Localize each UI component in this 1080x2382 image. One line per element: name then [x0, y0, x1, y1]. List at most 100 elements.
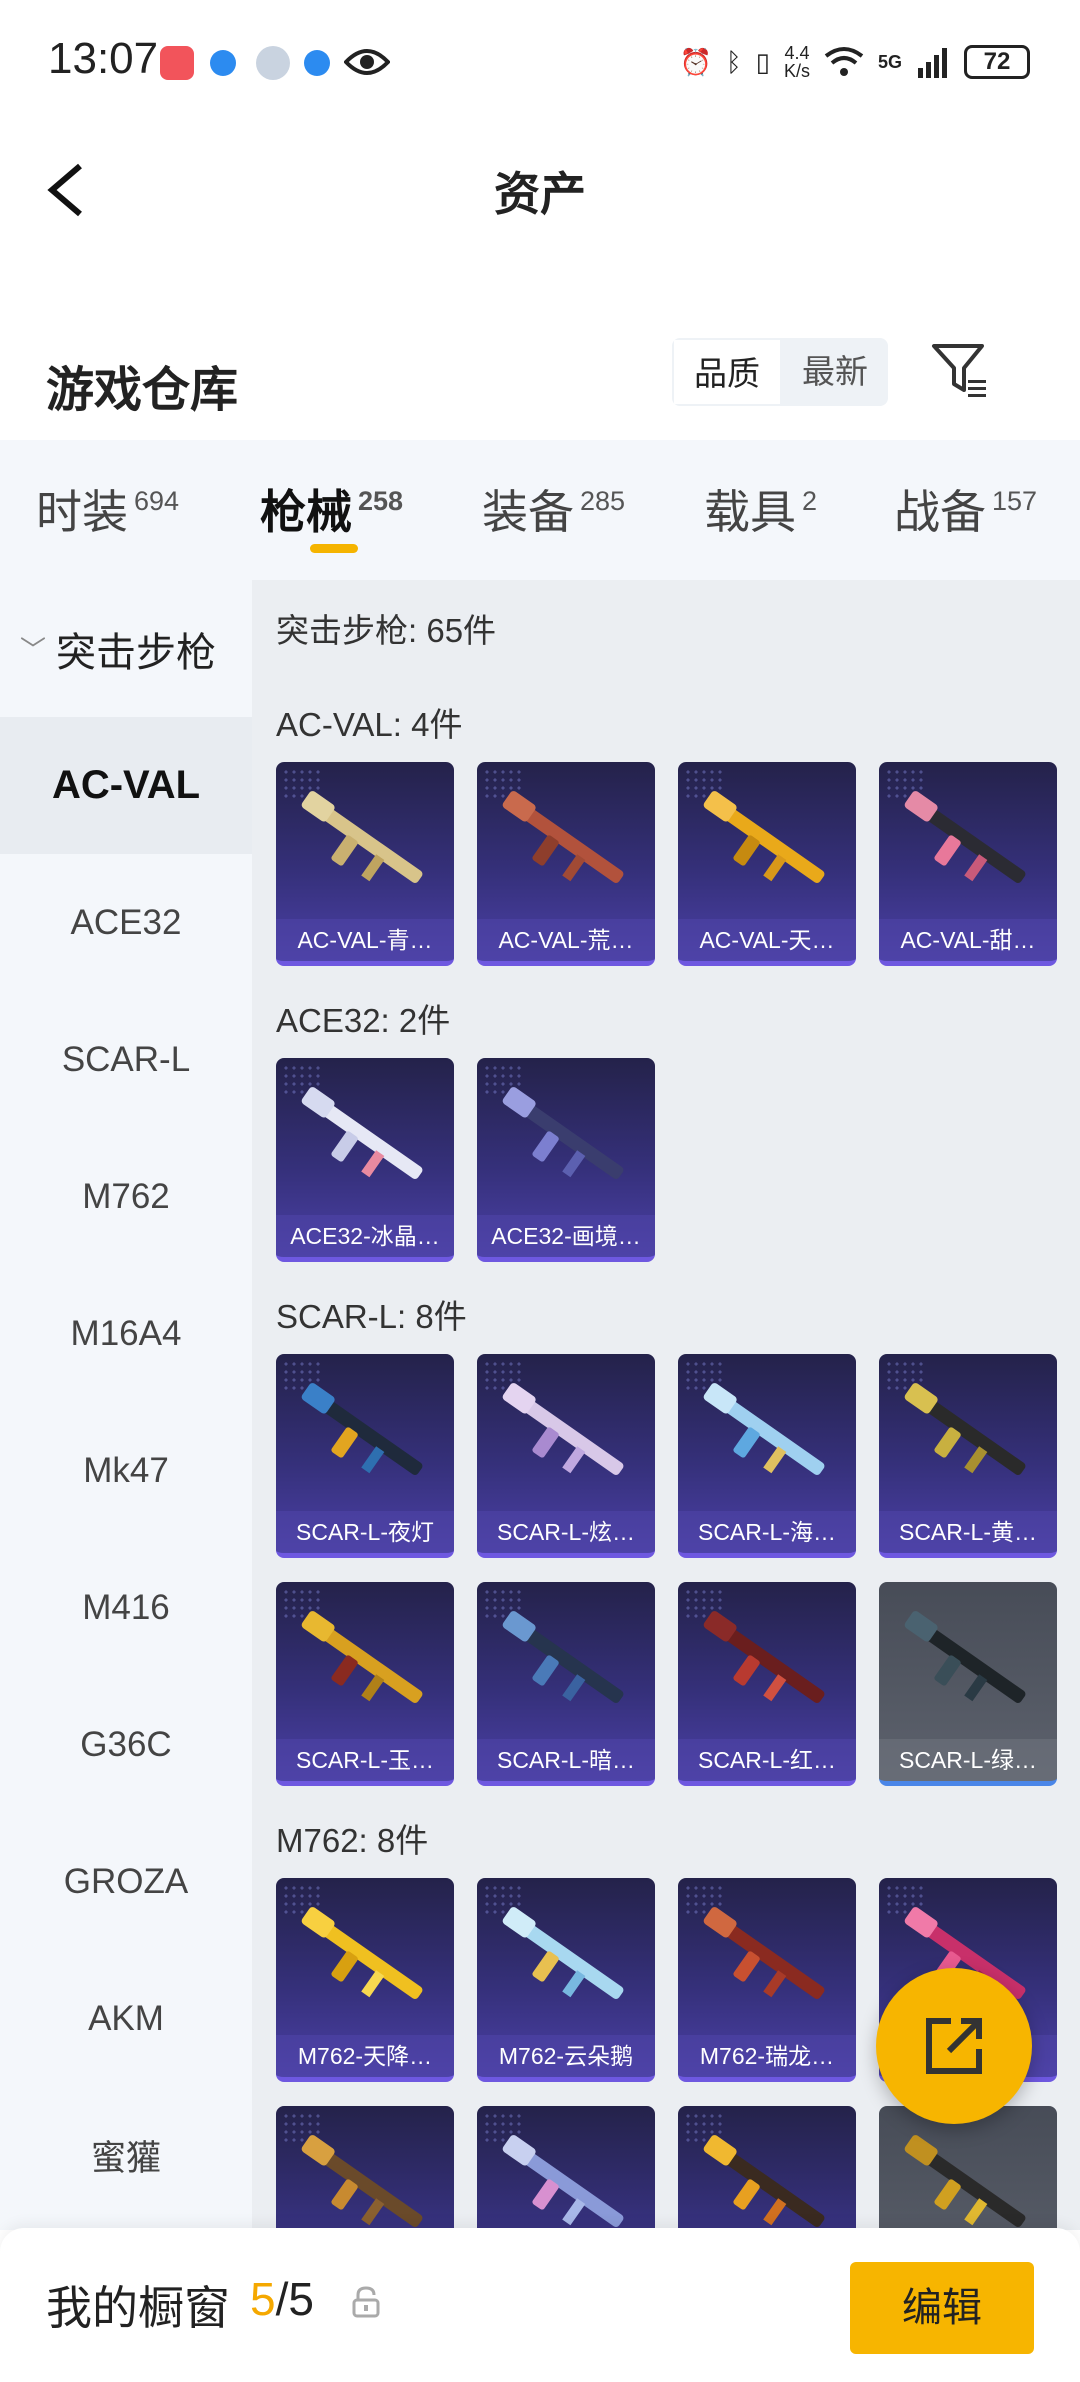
- weapon-card[interactable]: ACE32-冰晶…: [276, 1058, 454, 1262]
- rifle-icon: [301, 1611, 423, 1703]
- weapon-card[interactable]: [276, 2106, 454, 2230]
- tab-firearms[interactable]: 枪械 258: [260, 476, 403, 542]
- rifle-icon: [502, 1907, 624, 1999]
- rifle-icon: [703, 1611, 825, 1703]
- weapon-card[interactable]: AC-VAL-荒…: [477, 762, 655, 966]
- weapon-card[interactable]: SCAR-L-暗…: [477, 1582, 655, 1786]
- rifle-icon: [904, 791, 1026, 883]
- sidebar-item-m16a4[interactable]: M16A4: [0, 1265, 252, 1402]
- tab-count: 285: [580, 486, 626, 516]
- notification-app-icon: [160, 46, 194, 80]
- sidebar-group-label: 突击步枪: [56, 630, 217, 675]
- weapon-card-label: M762-云朵鹅: [477, 2035, 655, 2077]
- weapon-card[interactable]: SCAR-L-红…: [678, 1582, 856, 1786]
- weapon-card-label: AC-VAL-青…: [276, 919, 454, 961]
- tab-label: 装备: [482, 486, 574, 538]
- sidebar-item-g36c[interactable]: G36C: [0, 1676, 252, 1813]
- weapon-card-label: SCAR-L-红…: [678, 1739, 856, 1781]
- rifle-icon: [502, 1383, 624, 1475]
- weapon-card[interactable]: SCAR-L-海…: [678, 1354, 856, 1558]
- tab-count: 157: [992, 486, 1038, 516]
- showcase-current: 5: [250, 2273, 276, 2325]
- weapon-card[interactable]: AC-VAL-青…: [276, 762, 454, 966]
- weapon-card[interactable]: SCAR-L-炫…: [477, 1354, 655, 1558]
- eye-icon: [344, 49, 390, 75]
- status-icons: ⏰ ᛒ ▯ 4.4 K/s 5G 72: [680, 38, 1030, 86]
- rifle-icon: [301, 791, 423, 883]
- weapon-card-label: SCAR-L-夜灯: [276, 1511, 454, 1553]
- weapon-card[interactable]: SCAR-L-绿…: [879, 1582, 1057, 1786]
- sidebar-item-honey-badger[interactable]: 蜜獾: [0, 2087, 252, 2224]
- rifle-icon: [703, 1907, 825, 1999]
- weapon-card-label: M762-天降…: [276, 2035, 454, 2077]
- sidebar-item-m762[interactable]: M762: [0, 1128, 252, 1265]
- weapon-card-label: SCAR-L-绿…: [879, 1739, 1057, 1781]
- weapon-card[interactable]: [879, 2106, 1057, 2230]
- battery-icon: 72: [964, 45, 1030, 79]
- tab-label: 时装: [36, 486, 128, 538]
- page-title: 资产: [494, 168, 586, 220]
- sidebar-item-akm[interactable]: AKM: [0, 1950, 252, 2087]
- weapon-card[interactable]: SCAR-L-夜灯: [276, 1354, 454, 1558]
- weapon-card[interactable]: M762-云朵鹅: [477, 1878, 655, 2082]
- weapon-card[interactable]: [678, 2106, 856, 2230]
- weapon-card[interactable]: SCAR-L-玉…: [276, 1582, 454, 1786]
- weapon-card-label: ACE32-冰晶…: [276, 1215, 454, 1257]
- signal-icon: [918, 48, 947, 78]
- weapon-card-label: ACE32-画境…: [477, 1215, 655, 1257]
- sort-quality-button[interactable]: 品质: [672, 338, 782, 406]
- tab-label: 战备: [894, 486, 986, 538]
- showcase-label: 我的橱窗: [46, 2282, 230, 2334]
- sidebar-item-scar-l[interactable]: SCAR-L: [0, 991, 252, 1128]
- section-title-m762: M762: 8件: [276, 1822, 429, 1859]
- nav-header: 资产: [0, 140, 1080, 240]
- section-title-ac-val: AC-VAL: 4件: [276, 706, 463, 743]
- showcase-total: /5: [275, 2273, 314, 2325]
- sidebar-item-groza[interactable]: GROZA: [0, 1813, 252, 1950]
- sidebar-item-m416[interactable]: M416: [0, 1539, 252, 1676]
- weapon-card[interactable]: [477, 2106, 655, 2230]
- rifle-icon: [904, 2135, 1026, 2227]
- rifle-icon: [301, 2135, 423, 2227]
- sidebar-item-mk47[interactable]: Mk47: [0, 1402, 252, 1539]
- tab-fashion[interactable]: 时装 694: [36, 476, 179, 542]
- section-title-scar-l: SCAR-L: 8件: [276, 1298, 467, 1335]
- sidebar-group-assault-rifle[interactable]: ﹀ 突击步枪: [0, 580, 252, 717]
- share-button[interactable]: [876, 1968, 1032, 2124]
- tab-label: 枪械: [260, 486, 352, 538]
- rifle-icon: [502, 1087, 624, 1179]
- share-icon: [926, 2018, 982, 2074]
- rifle-icon: [703, 1383, 825, 1475]
- notification-browser-icon-2: [304, 50, 330, 76]
- sidebar-item-ace32[interactable]: ACE32: [0, 854, 252, 991]
- app-root: 13:07 ⏰ ᛒ ▯ 4.4 K/s 5G 72 资产 游戏仓库 品质 最新 …: [0, 0, 1080, 2382]
- tab-supplies[interactable]: 战备 157: [894, 476, 1037, 542]
- weapon-card[interactable]: ACE32-画境…: [477, 1058, 655, 1262]
- weapon-card[interactable]: M762-天降…: [276, 1878, 454, 2082]
- rifle-icon: [904, 1611, 1026, 1703]
- showcase-bar: 我的橱窗 5/5 编辑: [0, 2228, 1080, 2382]
- weapon-card[interactable]: M762-瑞龙…: [678, 1878, 856, 2082]
- weapon-card-label: M762-瑞龙…: [678, 2035, 856, 2077]
- sidebar-item-ac-val[interactable]: AC-VAL: [0, 717, 252, 854]
- status-time: 13:07: [48, 34, 159, 83]
- tab-vehicles[interactable]: 载具 2: [704, 476, 817, 542]
- filter-icon[interactable]: [930, 340, 990, 400]
- chevron-down-icon: ﹀: [20, 635, 47, 665]
- weapon-card[interactable]: SCAR-L-黄…: [879, 1354, 1057, 1558]
- notification-avatar-icon: [256, 46, 290, 80]
- warehouse-title: 游戏仓库: [46, 364, 239, 417]
- showcase-count: 5/5: [250, 2272, 314, 2326]
- weapon-card[interactable]: AC-VAL-甜…: [879, 762, 1057, 966]
- weapon-card[interactable]: AC-VAL-天…: [678, 762, 856, 966]
- weapon-card-label: AC-VAL-荒…: [477, 919, 655, 961]
- weapon-sidebar: ﹀ 突击步枪 AC-VAL ACE32 SCAR-L M762 M16A4 Mk…: [0, 580, 252, 2230]
- tab-equipment[interactable]: 装备 285: [482, 476, 625, 542]
- sort-newest-button[interactable]: 最新: [782, 338, 888, 406]
- rifle-icon: [301, 1383, 423, 1475]
- tab-count: 2: [802, 486, 818, 516]
- alarm-icon: ⏰: [679, 46, 713, 77]
- bluetooth-icon: ᛒ: [726, 46, 742, 77]
- edit-button[interactable]: 编辑: [850, 2262, 1034, 2354]
- category-tabs: 时装 694 枪械 258 装备 285 载具 2 战备 157: [0, 440, 1080, 580]
